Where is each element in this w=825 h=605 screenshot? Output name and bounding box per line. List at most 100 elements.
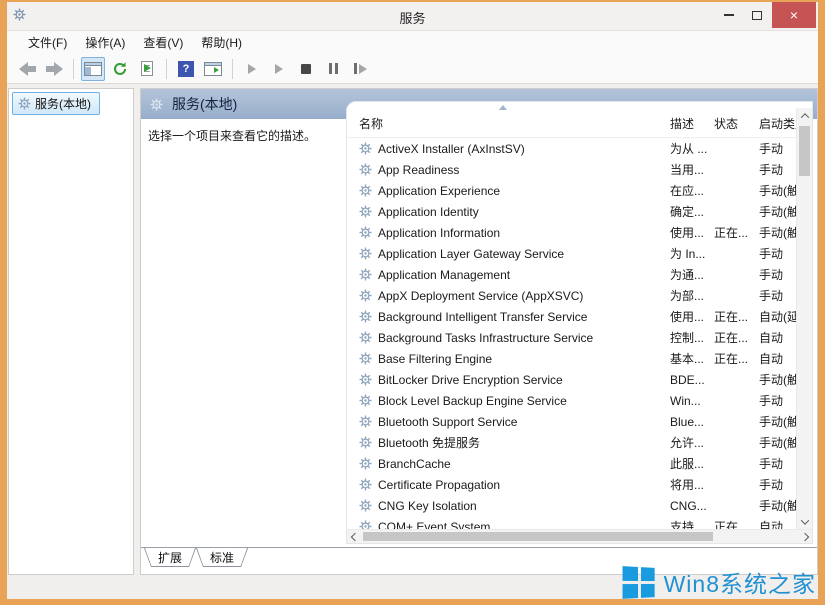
forward-button[interactable] [42,57,66,81]
tab-standard[interactable]: 标准 [196,548,248,567]
help-button[interactable]: ? [174,57,198,81]
list-header: 名称 描述 状态 启动类型 [347,102,796,138]
pause-service-button[interactable] [321,57,345,81]
service-row[interactable]: Block Level Backup Engine Service Win...… [347,390,796,411]
service-row[interactable]: BranchCache 此服... 手动 [347,453,796,474]
service-row[interactable]: Application Information 使用... 正在... 手动(触… [347,222,796,243]
menu-view[interactable]: 查看(V) [134,31,192,54]
service-gear-icon [359,499,372,512]
service-description: BDE... [662,373,708,387]
service-row[interactable]: CNG Key Isolation CNG... 手动(触发) [347,495,796,516]
service-row[interactable]: Certificate Propagation 将用... 手动 [347,474,796,495]
service-name: BranchCache [378,457,451,471]
column-header-status[interactable]: 状态 [708,115,753,137]
service-row[interactable]: Application Identity 确定... 手动(触发) [347,201,796,222]
service-row[interactable]: AppX Deployment Service (AppXSVC) 为部... … [347,285,796,306]
service-startup-type: 手动 [753,161,796,178]
service-startup-type: 手动(触发) [753,371,796,388]
scroll-left-icon[interactable] [347,530,362,544]
service-startup-type: 自动 [753,329,796,346]
pause-icon [329,63,338,74]
service-description: Win... [662,394,708,408]
horizontal-scroll-thumb[interactable] [363,532,713,541]
play-icon [248,64,256,74]
minimize-button[interactable] [714,2,744,28]
stop-service-button[interactable] [294,57,318,81]
service-gear-icon [359,331,372,344]
service-status: 正在... [708,308,753,325]
watermark: Win8系统之家 [623,565,816,599]
service-row[interactable]: Application Experience 在应... 手动(触发) [347,180,796,201]
service-startup-type: 手动 [753,455,796,472]
service-row[interactable]: Background Tasks Infrastructure Service … [347,327,796,348]
menu-action[interactable]: 操作(A) [76,31,134,54]
service-name: Application Experience [378,184,500,198]
services-window: 服务 × 文件(F) 操作(A) 查看(V) 帮助(H) [0,0,825,605]
scroll-up-icon[interactable] [797,108,813,123]
service-gear-icon [359,415,372,428]
help-icon: ? [178,61,194,77]
toolbar-separator [73,59,74,79]
back-button[interactable] [15,57,39,81]
menu-file[interactable]: 文件(F) [19,31,76,54]
service-startup-type: 手动(触发) [753,497,796,514]
show-action-pane-button[interactable] [201,57,225,81]
service-gear-icon [359,520,372,529]
restart-service-button[interactable] [348,57,372,81]
service-gear-icon [359,436,372,449]
action-pane-icon [204,62,222,76]
column-header-name[interactable]: 名称 [347,115,662,137]
service-row[interactable]: Bluetooth 免提服务 允许... 手动(触发) [347,432,796,453]
resume-service-button[interactable] [267,57,291,81]
export-list-button[interactable] [135,57,159,81]
service-description: 确定... [662,203,708,220]
service-name: Bluetooth Support Service [378,415,517,429]
service-name: Certificate Propagation [378,478,500,492]
service-startup-type: 手动(触发) [753,182,796,199]
service-description: 支持... [662,518,708,529]
vertical-scroll-thumb[interactable] [799,126,810,176]
service-row[interactable]: Application Management 为通... 手动 [347,264,796,285]
services-band-icon [150,98,163,111]
service-startup-type: 手动(触发) [753,434,796,451]
service-row[interactable]: Base Filtering Engine 基本... 正在... 自动 [347,348,796,369]
show-console-tree-button[interactable] [81,57,105,81]
service-row[interactable]: Bluetooth Support Service Blue... 手动(触发) [347,411,796,432]
maximize-button[interactable] [742,2,772,28]
service-gear-icon [359,184,372,197]
menu-help[interactable]: 帮助(H) [192,31,251,54]
service-startup-type: 自动 [753,350,796,367]
refresh-button[interactable] [108,57,132,81]
menu-bar: 文件(F) 操作(A) 查看(V) 帮助(H) [7,30,818,54]
tab-extended[interactable]: 扩展 [144,548,196,567]
toolbar-separator [232,59,233,79]
service-row[interactable]: App Readiness 当用... 手动 [347,159,796,180]
service-gear-icon [359,394,372,407]
service-description: 将用... [662,476,708,493]
services-node-icon [18,97,31,110]
column-header-description[interactable]: 描述 [662,115,708,137]
service-gear-icon [359,478,372,491]
service-row[interactable]: Background Intelligent Transfer Service … [347,306,796,327]
scroll-down-icon[interactable] [797,514,813,529]
service-row[interactable]: BitLocker Drive Encryption Service BDE..… [347,369,796,390]
close-button[interactable]: × [772,2,816,28]
service-row[interactable]: ActiveX Installer (AxInstSV) 为从 ... 手动 [347,138,796,159]
start-service-button[interactable] [240,57,264,81]
service-startup-type: 自动(延迟) [753,308,796,325]
service-gear-icon [359,226,372,239]
console-tree-pane: 服务(本地) [8,88,134,575]
service-row[interactable]: Application Layer Gateway Service 为 In..… [347,243,796,264]
horizontal-scrollbar[interactable] [347,529,812,543]
service-row[interactable]: COM+ Event System 支持... 正在... 自动 [347,516,796,529]
service-startup-type: 手动 [753,266,796,283]
service-name: CNG Key Isolation [378,499,477,513]
tree-item-services-local[interactable]: 服务(本地) [12,92,100,115]
refresh-icon [112,61,128,77]
vertical-scrollbar[interactable] [796,108,812,529]
service-name: Background Intelligent Transfer Service [378,310,587,324]
service-description: 当用... [662,161,708,178]
scroll-right-icon[interactable] [797,530,812,544]
service-description: 基本... [662,350,708,367]
column-header-startup-type[interactable]: 启动类型 [753,115,796,137]
